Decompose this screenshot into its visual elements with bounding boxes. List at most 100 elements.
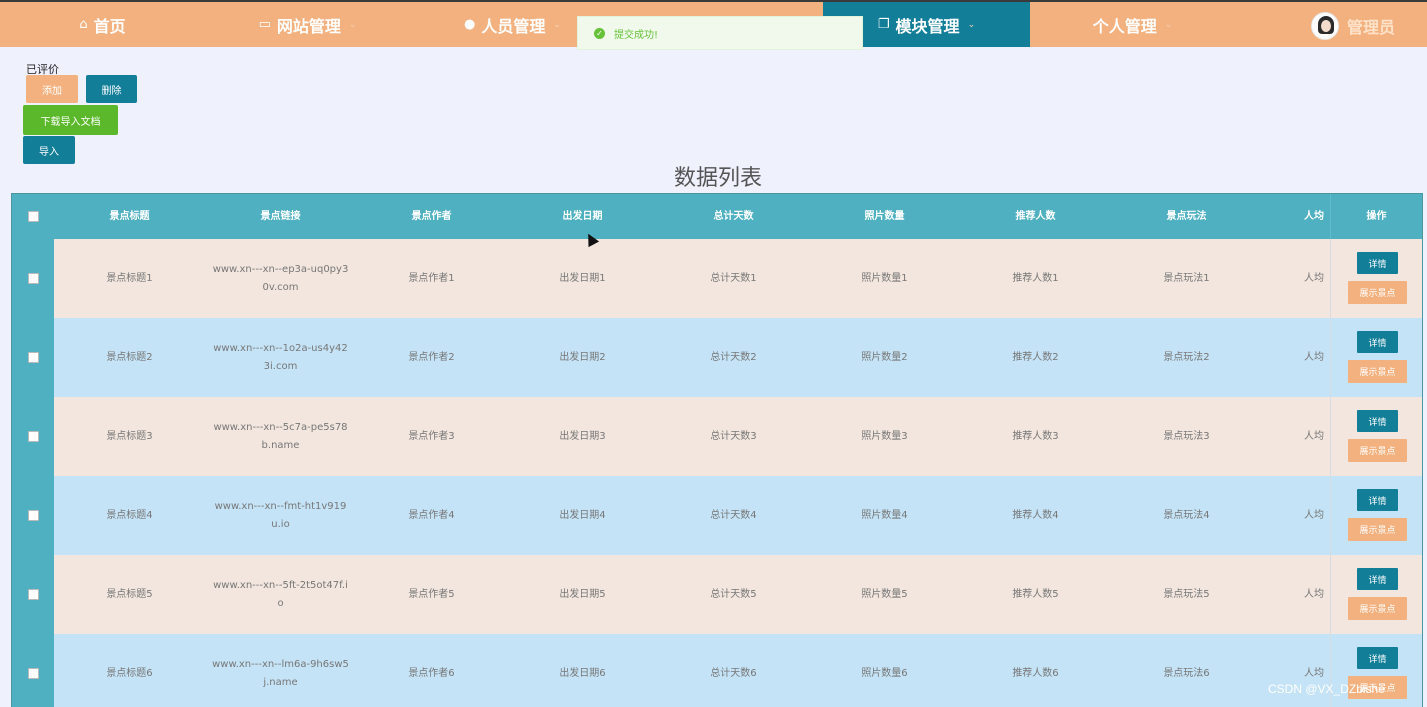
show-attraction-button[interactable]: 展示景点: [1348, 360, 1407, 383]
table-cell: 出发日期4: [559, 509, 606, 521]
table-cell: 景点标题1: [106, 272, 153, 284]
row-checkbox[interactable]: [28, 510, 39, 521]
table-cell: 景点作者3: [408, 430, 455, 442]
operation-header: 操作: [1330, 194, 1422, 239]
success-toast: ✓ 提交成功!: [577, 16, 863, 50]
watermark: CSDN @VX_DZbishe: [1268, 682, 1385, 696]
table-cell: 景点标题2: [106, 351, 153, 363]
row-checkbox[interactable]: [28, 273, 39, 284]
table-cell: 出发日期6: [559, 667, 606, 679]
nav-home[interactable]: ⌂ 首页: [0, 2, 205, 47]
avatar: [1311, 12, 1339, 40]
operation-cell: 详情 展示景点: [1330, 239, 1422, 318]
table-cell: 总计天数4: [710, 509, 757, 521]
detail-button[interactable]: 详情: [1357, 489, 1398, 511]
table-row: 景点标题1 www.xn---xn--ep3a-uq0py30v.com 景点作者1…: [12, 239, 1422, 318]
data-table: 景点标题 景点链接 景点作者 出发日期 总计天数 照片数量 推荐人数 景点玩法 …: [11, 193, 1423, 707]
table-cell: 出发日期3: [559, 430, 606, 442]
table-cell: 出发日期5: [559, 588, 606, 600]
column-header: 景点标题: [109, 211, 150, 222]
show-attraction-button[interactable]: 展示景点: [1348, 597, 1407, 620]
row-checkbox[interactable]: [28, 431, 39, 442]
table-cell: 照片数量1: [861, 272, 908, 284]
table-cell: 人均: [1304, 272, 1324, 284]
detail-button[interactable]: 详情: [1357, 568, 1398, 590]
column-header: 照片数量: [864, 211, 905, 222]
table-header: 景点标题 景点链接 景点作者 出发日期 总计天数 照片数量 推荐人数 景点玩法 …: [12, 194, 1422, 239]
table-cell: 景点玩法3: [1163, 430, 1210, 442]
table-cell: 照片数量5: [861, 588, 908, 600]
row-checkbox[interactable]: [28, 668, 39, 679]
operation-cell: 详情 展示景点: [1330, 318, 1422, 397]
table-cell: 出发日期2: [559, 351, 606, 363]
nav-personal-management[interactable]: 个人管理 ⌄: [1030, 2, 1235, 47]
table-cell: 景点玩法5: [1163, 588, 1210, 600]
table-cell: 景点玩法4: [1163, 509, 1210, 521]
table-cell: 人均: [1304, 430, 1324, 442]
detail-button[interactable]: 详情: [1357, 410, 1398, 432]
chevron-down-icon: ⌄: [553, 19, 561, 30]
detail-button[interactable]: 详情: [1357, 252, 1398, 274]
table-cell: 推荐人数1: [1012, 272, 1059, 284]
table-cell: www.xn---xn--5c7a-pe5s78b.name: [213, 421, 348, 451]
row-checkbox[interactable]: [28, 352, 39, 363]
success-check-icon: ✓: [594, 27, 605, 39]
table-cell: 人均: [1304, 667, 1324, 679]
row-select-cell: [12, 555, 54, 634]
detail-button[interactable]: 详情: [1357, 331, 1398, 353]
table-cell: 景点作者2: [408, 351, 455, 363]
table-cell: 景点作者4: [408, 509, 455, 521]
table-cell: 总计天数3: [710, 430, 757, 442]
column-header: 出发日期: [562, 211, 603, 222]
table-row: 景点标题3 www.xn---xn--5c7a-pe5s78b.name 景点作者3…: [12, 397, 1422, 476]
row-select-cell: [12, 634, 54, 707]
row-checkbox[interactable]: [28, 589, 39, 600]
nav-label: 个人管理: [1092, 16, 1157, 36]
show-attraction-button[interactable]: 展示景点: [1348, 281, 1407, 304]
toast-message: 提交成功!: [614, 29, 659, 41]
table-cell: 照片数量2: [861, 351, 908, 363]
table-cell: www.xn---xn--5ft-2t5ot47f.io: [213, 579, 348, 609]
delete-button[interactable]: 删除: [86, 75, 137, 103]
table-cell: www.xn---xn--lm6a-9h6sw5j.name: [212, 658, 349, 688]
table-cell: 总计天数2: [710, 351, 757, 363]
table-cell: 景点玩法2: [1163, 351, 1210, 363]
table-cell: 景点标题4: [106, 509, 153, 521]
show-attraction-button[interactable]: 展示景点: [1348, 518, 1407, 541]
table-cell: 总计天数6: [710, 667, 757, 679]
table-cell: 景点标题3: [106, 430, 153, 442]
column-header: 景点玩法: [1166, 211, 1207, 222]
nav-label: 人员管理: [481, 16, 546, 36]
table-cell: 景点玩法1: [1163, 272, 1210, 284]
user-name: 管理员: [1347, 18, 1396, 37]
table-cell: 推荐人数3: [1012, 430, 1059, 442]
operation-cell: 详情 展示景点: [1330, 476, 1422, 555]
detail-button[interactable]: 详情: [1357, 647, 1398, 669]
table-cell: 推荐人数4: [1012, 509, 1059, 521]
user-menu[interactable]: 管理员: [1311, 10, 1395, 42]
table-cell: 照片数量6: [861, 667, 908, 679]
add-button[interactable]: 添加: [26, 75, 78, 103]
table-row: 景点标题6 www.xn---xn--lm6a-9h6sw5j.name 景点作者6…: [12, 634, 1422, 707]
operation-cell: 详情 展示景点: [1330, 634, 1422, 707]
column-header: 景点链接: [260, 211, 301, 222]
nav-site-management[interactable]: ▭ 网站管理 ⌄: [205, 2, 410, 47]
table-cell: 总计天数5: [710, 588, 757, 600]
nav-label: 首页: [93, 16, 126, 36]
select-all-checkbox[interactable]: [28, 211, 39, 222]
table-cell: 人均: [1304, 588, 1324, 600]
show-attraction-button[interactable]: 展示景点: [1348, 439, 1407, 462]
table-cell: 人均: [1304, 509, 1324, 521]
table-cell: 景点标题5: [106, 588, 153, 600]
chevron-down-icon: ⌄: [1164, 19, 1173, 30]
column-header: 景点作者: [411, 211, 452, 222]
table-cell: 总计天数1: [710, 272, 757, 284]
download-template-button[interactable]: 下载导入文档: [23, 105, 118, 135]
user-icon: ●: [464, 17, 476, 32]
table-row: 景点标题5 www.xn---xn--5ft-2t5ot47f.io 景点作者5 出发…: [12, 555, 1422, 634]
chevron-down-icon: ⌄: [967, 19, 976, 30]
table-cell: 景点作者6: [408, 667, 455, 679]
table-cell: 照片数量4: [861, 509, 908, 521]
home-icon: ⌂: [79, 17, 88, 32]
row-select-cell: [12, 318, 54, 397]
